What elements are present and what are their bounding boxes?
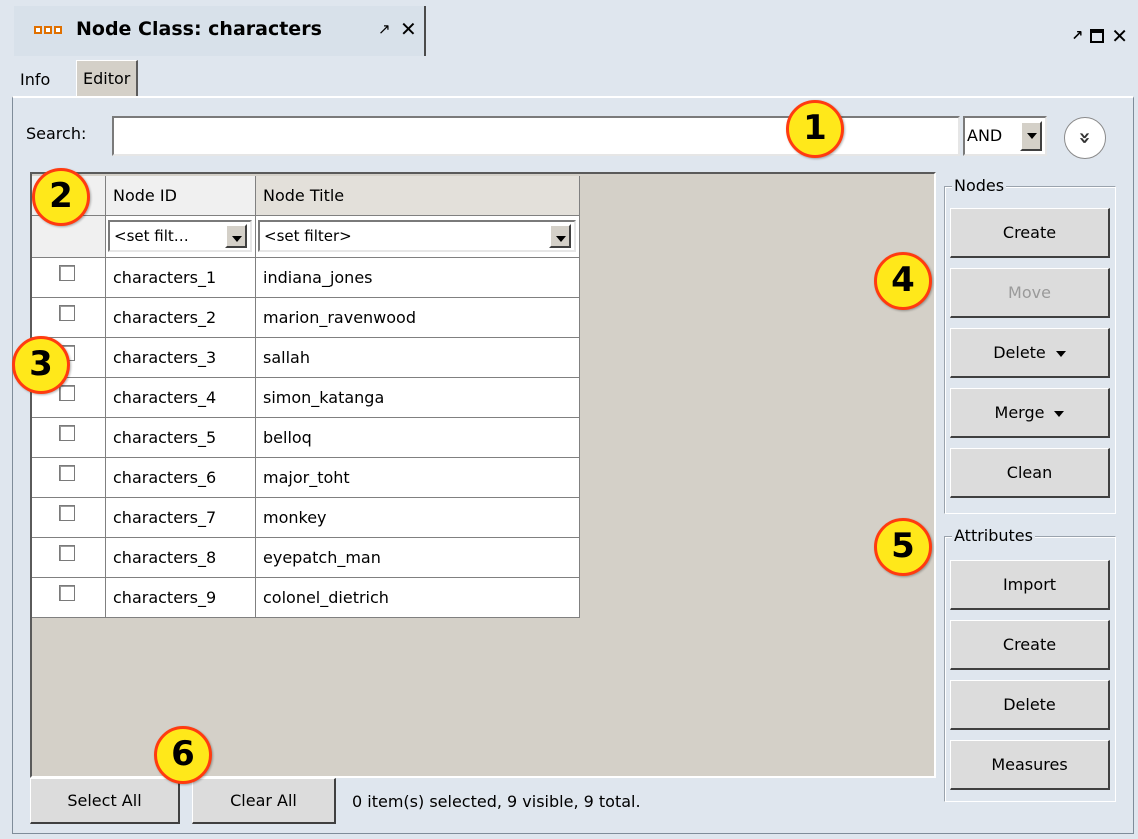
filter-cell-node-id: <set filt…: [106, 216, 256, 258]
row-checkbox[interactable]: [59, 505, 75, 521]
row-node-title: indiana_jones: [263, 268, 373, 287]
undock-icon[interactable]: ↗: [378, 20, 391, 38]
row-node-title: eyepatch_man: [263, 548, 381, 567]
row-checkbox[interactable]: [59, 305, 75, 321]
move-node-button[interactable]: Move: [950, 268, 1110, 318]
row-node-title: major_toht: [263, 468, 350, 487]
row-node-title: monkey: [263, 508, 327, 527]
measures-button[interactable]: Measures: [950, 740, 1110, 790]
row-checkbox[interactable]: [59, 385, 75, 401]
row-node-id: characters_1: [113, 268, 217, 287]
window-controls: ↗ ✕: [1072, 26, 1129, 46]
merge-node-button[interactable]: Merge: [950, 388, 1110, 438]
callout-1: 1: [786, 100, 844, 158]
window-tab[interactable]: Node Class: characters ↗ ✕: [14, 6, 426, 56]
row-checkbox[interactable]: [59, 465, 75, 481]
search-operator-value: AND: [967, 126, 1003, 145]
close-window-icon[interactable]: ✕: [1111, 26, 1128, 46]
tab-info[interactable]: Info: [14, 62, 56, 98]
clear-all-button[interactable]: Clear All: [192, 778, 336, 824]
row-node-id: characters_6: [113, 468, 217, 487]
callout-3: 3: [12, 336, 70, 394]
row-node-id: characters_9: [113, 588, 217, 607]
chevron-down-icon[interactable]: [225, 224, 247, 248]
import-attributes-button[interactable]: Import: [950, 560, 1110, 610]
tab-editor[interactable]: Editor: [76, 60, 139, 96]
row-checkbox[interactable]: [59, 585, 75, 601]
column-header-node-id[interactable]: Node ID: [106, 176, 256, 216]
create-node-button[interactable]: Create: [950, 208, 1110, 258]
row-node-title: sallah: [263, 348, 310, 367]
column-header-node-title[interactable]: Node Title: [256, 176, 580, 216]
expand-search-button[interactable]: »: [1064, 117, 1106, 159]
row-checkbox[interactable]: [59, 545, 75, 561]
row-node-id: characters_3: [113, 348, 217, 367]
attributes-group-title: Attributes: [952, 526, 1035, 545]
delete-node-button[interactable]: Delete: [950, 328, 1110, 378]
row-node-id: characters_4: [113, 388, 217, 407]
node-class-icon: [34, 26, 62, 34]
create-attribute-button[interactable]: Create: [950, 620, 1110, 670]
filter-select-node-title[interactable]: <set filter>: [258, 220, 576, 252]
chevron-down-icon[interactable]: [1020, 121, 1042, 151]
maximize-icon[interactable]: [1090, 29, 1105, 43]
row-node-title: belloq: [263, 428, 312, 447]
float-window-icon[interactable]: ↗: [1072, 28, 1084, 44]
nodes-group-title: Nodes: [952, 176, 1007, 195]
caret-down-icon: [1055, 350, 1066, 357]
callout-6: 6: [154, 726, 212, 784]
callout-2: 2: [32, 168, 90, 226]
row-checkbox[interactable]: [59, 265, 75, 281]
selection-status: 0 item(s) selected, 9 visible, 9 total.: [352, 792, 641, 811]
select-all-button[interactable]: Select All: [30, 778, 180, 824]
window-title: Node Class: characters: [76, 18, 322, 40]
row-node-title: marion_ravenwood: [263, 308, 416, 327]
search-operator-select[interactable]: AND: [963, 116, 1047, 156]
clean-nodes-button[interactable]: Clean: [950, 448, 1110, 498]
row-node-id: characters_5: [113, 428, 217, 447]
row-node-title: simon_katanga: [263, 388, 385, 407]
filter-select-node-id[interactable]: <set filt…: [108, 220, 252, 252]
row-node-title: colonel_dietrich: [263, 588, 389, 607]
callout-5: 5: [874, 518, 932, 576]
row-node-id: characters_8: [113, 548, 217, 567]
search-label: Search:: [26, 124, 87, 143]
delete-attribute-button[interactable]: Delete: [950, 680, 1110, 730]
chevron-down-icon[interactable]: [549, 224, 571, 248]
row-checkbox[interactable]: [59, 425, 75, 441]
filter-cell-node-title: <set filter>: [256, 216, 580, 258]
double-chevron-down-icon: »: [1072, 131, 1097, 145]
caret-down-icon: [1054, 410, 1065, 417]
row-node-id: characters_2: [113, 308, 217, 327]
tab-close-icon[interactable]: ✕: [400, 17, 417, 41]
row-node-id: characters_7: [113, 508, 217, 527]
callout-4: 4: [874, 252, 932, 310]
